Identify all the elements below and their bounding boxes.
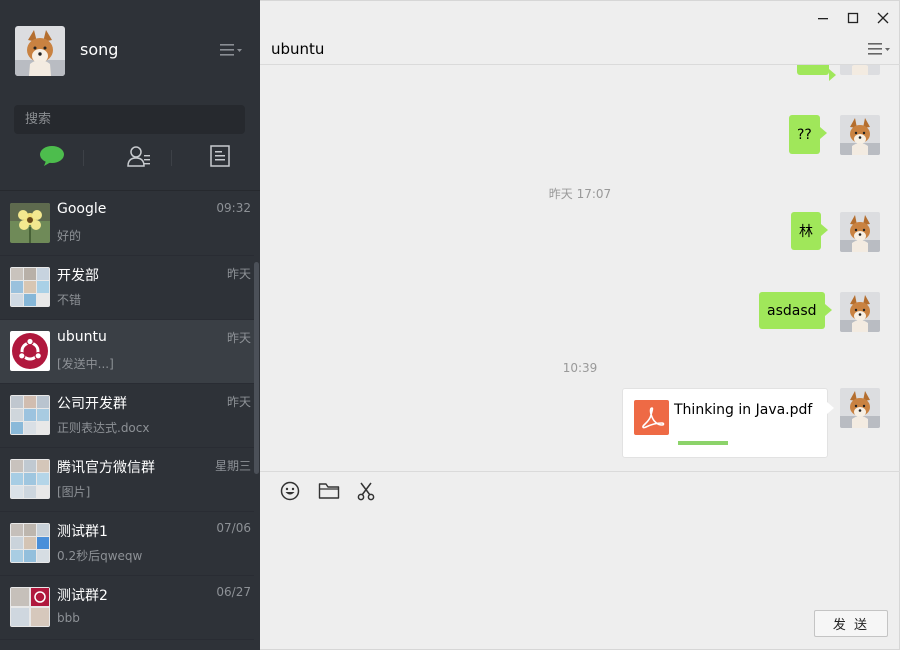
conversation-item-active[interactable]: ubuntu 昨天 [发送中...] [0, 320, 254, 384]
screenshot-scissors-icon[interactable] [355, 480, 377, 502]
message-bubble[interactable]: 林 [791, 212, 828, 250]
conversation-item[interactable]: 腾讯官方微信群 星期三 [图片] [0, 448, 254, 512]
conversation-time: 昨天 [226, 331, 251, 345]
chat-title: ubuntu [271, 40, 325, 58]
conversation-time: 昨天 [226, 267, 251, 281]
sender-avatar [840, 292, 880, 332]
conversation-time: 06/27 [216, 585, 251, 599]
sender-avatar [840, 115, 880, 155]
message-input[interactable] [272, 509, 888, 605]
conversation-name: ubuntu [57, 329, 107, 345]
conversation-time: 昨天 [226, 395, 251, 409]
chat-panel: ubuntu ?? 昨天 17:07 林 asdasd 10:39 Thinki… [260, 0, 900, 650]
message-bubble[interactable]: ?? [789, 115, 827, 154]
conversation-name: 公司开发群 [57, 396, 127, 412]
sender-avatar [840, 65, 880, 75]
flower-avatar [10, 203, 50, 243]
nav-divider [171, 150, 172, 166]
conversation-item[interactable]: 测试群2 06/27 bbb [0, 576, 254, 640]
file-name: Thinking in Java.pdf [674, 402, 813, 418]
conversation-name: 腾讯官方微信群 [57, 460, 155, 476]
conversation-preview: 正则表达式.docx [57, 421, 150, 435]
message-timestamp: 昨天 17:07 [548, 187, 612, 201]
profile-name: song [80, 40, 119, 59]
file-upload-progress [678, 441, 728, 445]
conversation-time: 星期三 [214, 459, 251, 473]
conversation-name: 测试群1 [57, 524, 108, 540]
group-avatar [10, 395, 50, 435]
conversation-item[interactable]: Google 09:32 好的 [0, 192, 254, 256]
minimize-icon[interactable] [814, 9, 832, 27]
conversation-preview: 不错 [57, 293, 82, 307]
conversation-list: Google 09:32 好的 开发部 昨天 不错 ubuntu 昨天 [发送中… [0, 192, 260, 650]
message-area[interactable]: ?? 昨天 17:07 林 asdasd 10:39 Thinking in J… [260, 65, 900, 471]
group-avatar [10, 459, 50, 499]
conversation-list-scrollbar[interactable] [254, 262, 259, 474]
message-timestamp: 10:39 [562, 361, 598, 375]
sender-avatar [840, 388, 880, 428]
search-box [14, 105, 245, 134]
ubuntu-avatar [10, 331, 50, 371]
list-divider [0, 190, 260, 191]
favorites-icon[interactable] [206, 142, 234, 170]
send-button[interactable]: 发 送 [814, 610, 888, 637]
message-bubble-partial[interactable] [797, 65, 836, 81]
sidebar: song 搜索 Google 09:32 好的 开发部 昨天 不错 ubuntu… [0, 0, 260, 650]
group-avatar [10, 267, 50, 307]
chat-icon[interactable] [38, 142, 66, 170]
message-bubble[interactable]: asdasd [759, 292, 832, 329]
folder-icon[interactable] [318, 480, 340, 502]
conversation-time: 09:32 [216, 201, 251, 215]
conversation-item[interactable]: 开发部 昨天 不错 [0, 256, 254, 320]
nav-divider [83, 150, 84, 166]
profile-avatar[interactable] [15, 26, 65, 76]
conversation-preview: bbb [57, 611, 80, 625]
contacts-icon[interactable] [125, 142, 153, 170]
conversation-name: Google [57, 201, 107, 217]
conversation-preview: 0.2秒后qweqw [57, 549, 143, 563]
group-avatar [10, 523, 50, 563]
maximize-icon[interactable] [844, 9, 862, 27]
menu-icon[interactable] [220, 42, 244, 58]
search-input[interactable] [14, 105, 245, 134]
nav-tabs [0, 142, 260, 174]
conversation-item[interactable]: 公司开发群 昨天 正则表达式.docx [0, 384, 254, 448]
menu-icon[interactable] [868, 41, 892, 57]
conversation-name: 测试群2 [57, 588, 108, 604]
close-icon[interactable] [874, 9, 892, 27]
pdf-icon [634, 400, 669, 435]
emoji-icon[interactable] [279, 480, 301, 502]
group-avatar [10, 587, 50, 627]
composer-divider [260, 471, 900, 472]
conversation-time: 07/06 [216, 521, 251, 535]
conversation-name: 开发部 [57, 268, 99, 284]
conversation-preview: [图片] [57, 485, 91, 499]
profile-header: song [0, 0, 260, 100]
file-message[interactable]: Thinking in Java.pdf [622, 388, 834, 458]
conversation-item[interactable]: 测试群1 07/06 0.2秒后qweqw [0, 512, 254, 576]
conversation-preview: [发送中...] [57, 357, 114, 371]
conversation-preview: 好的 [57, 229, 82, 243]
sender-avatar [840, 212, 880, 252]
